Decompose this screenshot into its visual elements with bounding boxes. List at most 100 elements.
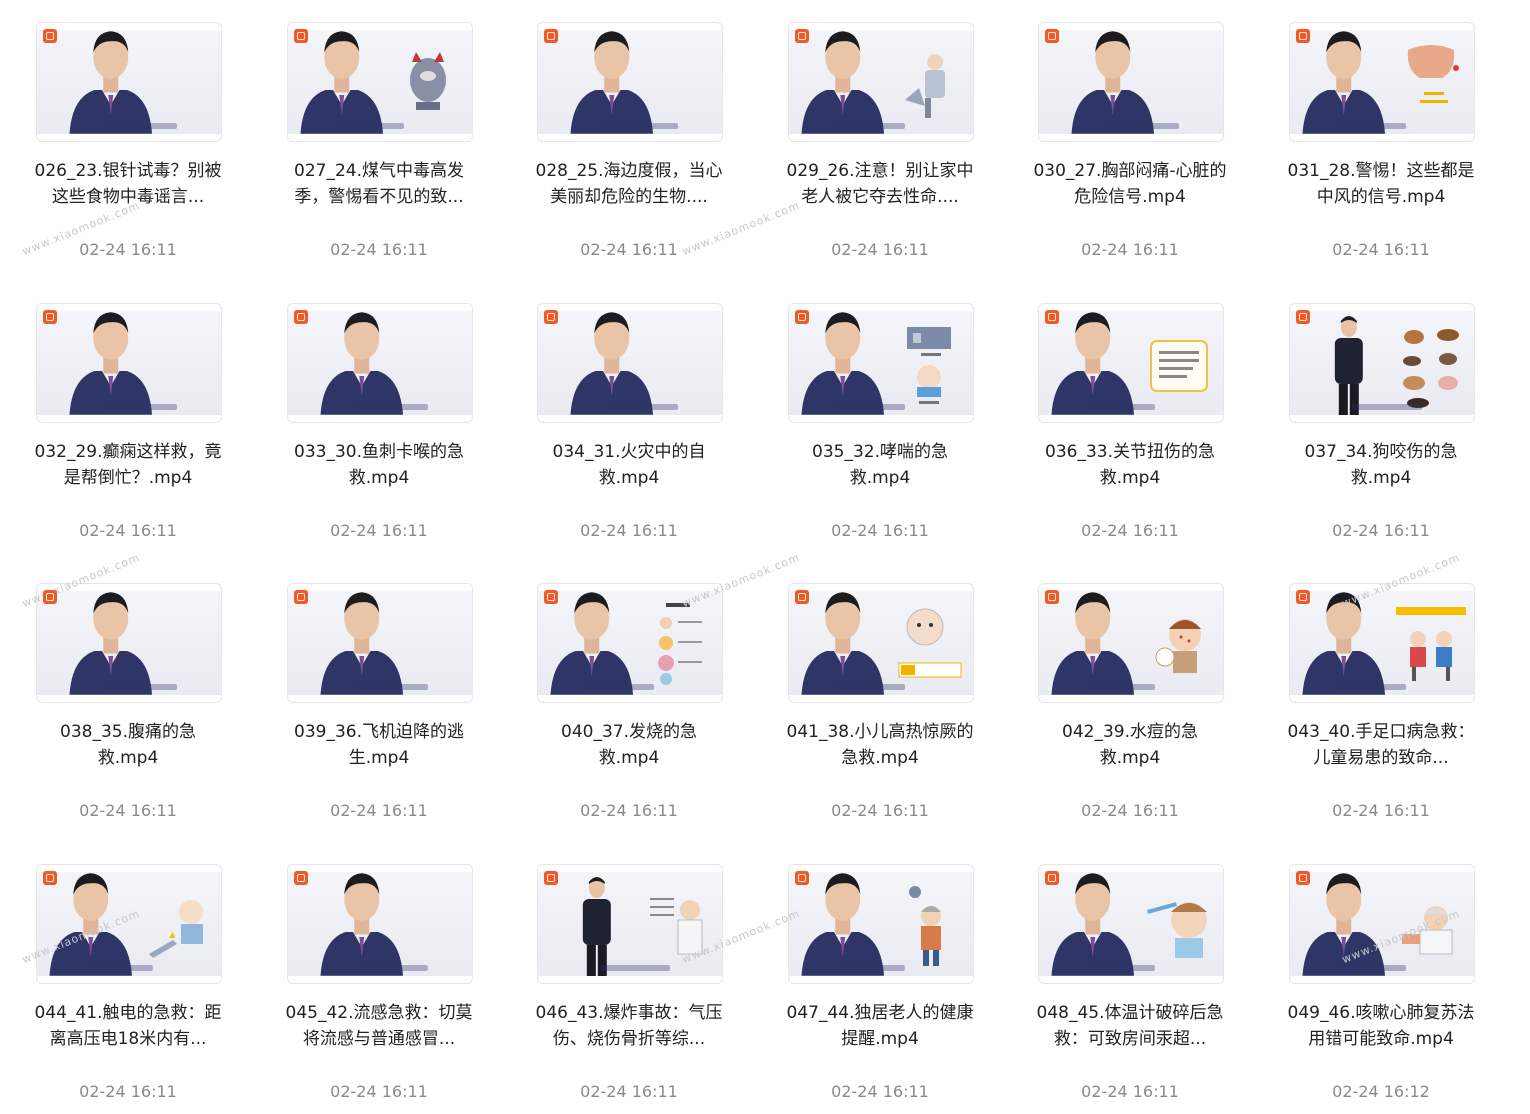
video-thumbnail[interactable] (287, 583, 473, 703)
doctor-illustration (1396, 882, 1466, 970)
video-card[interactable]: 029_26.注意！别让家中老人被它夺去性命.... 02-24 16:11 (787, 22, 976, 272)
caption-bar (584, 684, 654, 690)
video-title[interactable]: 047_44.独居老人的健康提醒.mp4 (782, 1000, 978, 1052)
video-card[interactable]: 047_44.独居老人的健康提醒.mp4 02-24 16:11 (787, 864, 976, 1114)
video-title[interactable]: 042_39.水痘的急救.mp4 (1032, 719, 1228, 771)
thumbnail-frame (1290, 311, 1474, 415)
video-card[interactable]: 031_28.警惕！这些都是中风的信号.mp4 02-24 16:11 (1288, 22, 1477, 272)
video-thumbnail[interactable] (788, 22, 974, 142)
video-card[interactable]: 048_45.体温计破碎后急救：可致房间汞超... 02-24 16:11 (1037, 864, 1226, 1114)
video-card[interactable]: 044_41.触电的急救：距离高压电18米内有... 02-24 16:11 (35, 864, 224, 1114)
video-thumbnail[interactable] (788, 303, 974, 423)
video-card[interactable]: 033_30.鱼刺卡喉的急救.mp4 02-24 16:11 (287, 303, 475, 553)
presenter-figure (1051, 592, 1134, 695)
video-title[interactable]: 039_36.飞机迫降的逃生.mp4 (281, 719, 477, 771)
video-thumbnail[interactable] (537, 22, 723, 142)
caption-bar (600, 965, 670, 971)
video-title[interactable]: 026_23.银针试毒？别被这些食物中毒谣言... (30, 158, 226, 210)
video-thumbnail[interactable] (1038, 303, 1224, 423)
electric-illustration (143, 882, 213, 970)
video-title[interactable]: 048_45.体温计破碎后急救：可致房间汞超... (1032, 1000, 1228, 1052)
caption-bar (1336, 123, 1406, 129)
app-logo-icon (544, 590, 558, 604)
video-thumbnail[interactable] (537, 864, 723, 984)
video-thumbnail[interactable] (1289, 864, 1475, 984)
video-card[interactable]: 043_40.手足口病急救：儿童易患的致命... 02-24 16:11 (1288, 583, 1477, 833)
video-thumbnail[interactable] (1289, 303, 1475, 423)
video-thumbnail[interactable] (1038, 864, 1224, 984)
video-title[interactable]: 035_32.哮喘的急救.mp4 (782, 439, 978, 491)
video-thumbnail[interactable] (537, 583, 723, 703)
video-title[interactable]: 036_33.关节扭伤的急救.mp4 (1032, 439, 1228, 491)
video-thumbnail[interactable] (788, 864, 974, 984)
video-card[interactable]: 028_25.海边度假，当心美丽却危险的生物.... 02-24 16:11 (536, 22, 725, 272)
video-thumbnail[interactable] (1289, 22, 1475, 142)
caption-bar (1352, 404, 1422, 410)
video-title[interactable]: 030_27.胸部闷痛-心脏的危险信号.mp4 (1032, 158, 1228, 210)
caption-bar (1085, 684, 1155, 690)
video-title[interactable]: 040_37.发烧的急救.mp4 (531, 719, 727, 771)
video-card[interactable]: 036_33.关节扭伤的急救.mp4 02-24 16:11 (1038, 303, 1226, 553)
app-logo-icon (294, 871, 308, 885)
app-logo-icon (1296, 29, 1310, 43)
video-card[interactable]: 038_35.腹痛的急救.mp4 02-24 16:11 (36, 583, 224, 833)
caption-bar (103, 684, 177, 690)
video-thumbnail[interactable] (36, 864, 222, 984)
video-thumbnail[interactable] (537, 303, 723, 423)
face-illustration (1396, 40, 1466, 128)
kids-illustration (1396, 601, 1466, 689)
video-title[interactable]: 045_42.流感急救：切莫将流感与普通感冒... (281, 1000, 477, 1052)
video-title[interactable]: 031_28.警惕！这些都是中风的信号.mp4 (1283, 158, 1479, 210)
video-thumbnail[interactable] (36, 303, 222, 423)
video-thumbnail[interactable] (287, 303, 473, 423)
video-card[interactable]: 032_29.癫痫这样救，竟是帮倒忙？.mp4 02-24 16:11 (35, 303, 224, 553)
video-thumbnail[interactable] (1038, 583, 1224, 703)
video-timestamp: 02-24 16:11 (831, 521, 929, 540)
video-title[interactable]: 033_30.鱼刺卡喉的急救.mp4 (281, 439, 477, 491)
video-thumbnail[interactable] (287, 864, 473, 984)
presenter-figure (801, 31, 884, 134)
video-title[interactable]: 046_43.爆炸事故：气压伤、烧伤骨折等综... (531, 1000, 727, 1052)
video-title[interactable]: 034_31.火灾中的自救.mp4 (531, 439, 727, 491)
video-card[interactable]: 026_23.银针试毒？别被这些食物中毒谣言... 02-24 16:11 (35, 22, 224, 272)
caption-bar (835, 404, 905, 410)
thumbnail-frame (37, 872, 221, 976)
video-card[interactable]: 027_24.煤气中毒高发季，警惕看不见的致... 02-24 16:11 (287, 22, 475, 272)
video-card[interactable]: 040_37.发烧的急救.mp4 02-24 16:11 (537, 583, 725, 833)
video-thumbnail[interactable] (36, 22, 222, 142)
video-title[interactable]: 043_40.手足口病急救：儿童易患的致命... (1283, 719, 1479, 771)
video-title[interactable]: 028_25.海边度假，当心美丽却危险的生物.... (531, 158, 727, 210)
video-card[interactable]: 045_42.流感急救：切莫将流感与普通感冒... 02-24 16:11 (286, 864, 475, 1114)
video-title[interactable]: 029_26.注意！别让家中老人被它夺去性命.... (782, 158, 978, 210)
thumbnail-frame (1039, 311, 1223, 415)
thumbnail-frame (37, 30, 221, 134)
app-logo-icon (43, 871, 57, 885)
video-timestamp: 02-24 16:11 (1081, 521, 1179, 540)
video-card[interactable]: 046_43.爆炸事故：气压伤、烧伤骨折等综... 02-24 16:11 (536, 864, 725, 1114)
video-title[interactable]: 049_46.咳嗽心肺复苏法用错可能致命.mp4 (1283, 1000, 1479, 1052)
video-card[interactable]: 049_46.咳嗽心肺复苏法用错可能致命.mp4 02-24 16:12 (1288, 864, 1477, 1114)
presenter-figure (320, 873, 403, 976)
app-logo-icon (1045, 310, 1059, 324)
video-card[interactable]: 041_38.小儿高热惊厥的急救.mp4 02-24 16:11 (787, 583, 976, 833)
video-title[interactable]: 037_34.狗咬伤的急救.mp4 (1283, 439, 1479, 491)
video-title[interactable]: 041_38.小儿高热惊厥的急救.mp4 (782, 719, 978, 771)
video-title[interactable]: 044_41.触电的急救：距离高压电18米内有... (30, 1000, 226, 1052)
video-thumbnail[interactable] (1289, 583, 1475, 703)
video-card[interactable]: 034_31.火灾中的自救.mp4 02-24 16:11 (537, 303, 725, 553)
video-thumbnail[interactable] (287, 22, 473, 142)
video-thumbnail[interactable] (1038, 22, 1224, 142)
video-card[interactable]: 042_39.水痘的急救.mp4 02-24 16:11 (1038, 583, 1226, 833)
video-card[interactable]: 039_36.飞机迫降的逃生.mp4 02-24 16:11 (287, 583, 475, 833)
video-card[interactable]: 035_32.哮喘的急救.mp4 02-24 16:11 (788, 303, 976, 553)
video-card[interactable]: 030_27.胸部闷痛-心脏的危险信号.mp4 02-24 16:11 (1033, 22, 1227, 272)
video-title[interactable]: 038_35.腹痛的急救.mp4 (30, 719, 226, 771)
video-title[interactable]: 027_24.煤气中毒高发季，警惕看不见的致... (281, 158, 477, 210)
video-timestamp: 02-24 16:11 (1081, 240, 1179, 259)
video-thumbnail[interactable] (36, 583, 222, 703)
presenter-figure (69, 31, 152, 134)
video-title[interactable]: 032_29.癫痫这样救，竟是帮倒忙？.mp4 (30, 439, 226, 491)
app-logo-icon (1296, 871, 1310, 885)
video-card[interactable]: 037_34.狗咬伤的急救.mp4 02-24 16:11 (1289, 303, 1477, 553)
video-thumbnail[interactable] (788, 583, 974, 703)
